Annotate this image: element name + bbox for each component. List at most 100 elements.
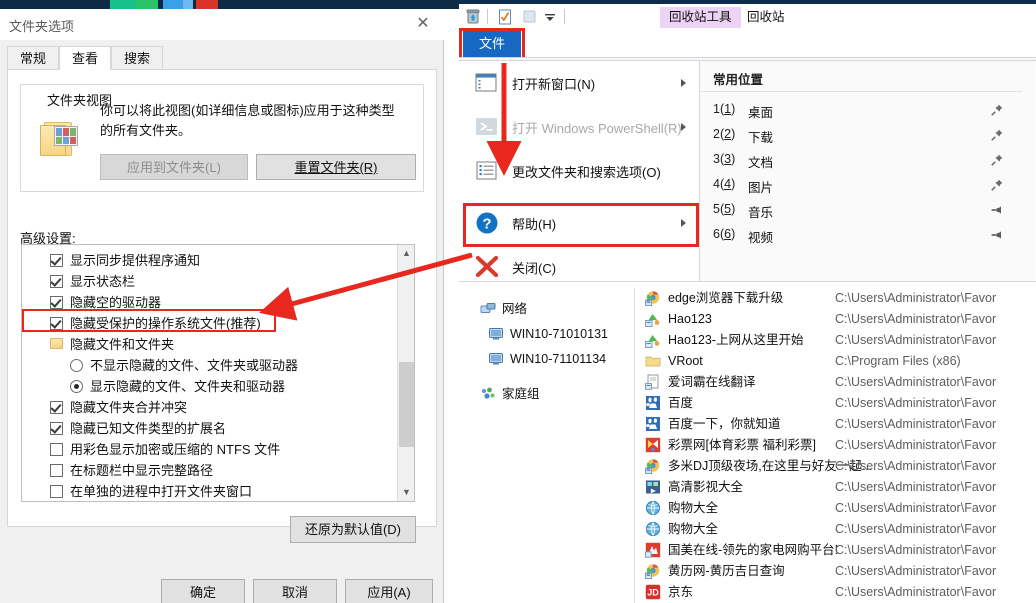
backstage-menu-item[interactable]: 打开新窗口(N): [460, 61, 700, 105]
baidu-icon: [645, 416, 661, 432]
scroll-down-icon[interactable]: ▼: [398, 484, 414, 501]
backstage-menu-item-label: 帮助(H): [512, 217, 557, 232]
frequent-place-item[interactable]: 1(1) 桌面: [700, 98, 1022, 123]
backstage-menu-list: 打开新窗口(N) 打开 Windows PowerShell(R) 更改文件夹和搜索…: [460, 61, 700, 281]
file-list-row[interactable]: 多米DJ顶级夜场,在这里与好友一起... C:\Users\Administrat…: [635, 456, 1035, 477]
checkbox-checked-icon[interactable]: [50, 296, 63, 309]
advanced-list-item-label: 隐藏空的驱动器: [70, 295, 162, 310]
close-icon[interactable]: ✕: [412, 14, 434, 34]
file-name: 京东: [668, 585, 694, 599]
checkbox-checked-icon[interactable]: [50, 275, 63, 288]
file-backstage-menu: 打开新窗口(N) 打开 Windows PowerShell(R) 更改文件夹和搜索…: [459, 60, 1036, 282]
frequent-place-label: 文档: [748, 156, 774, 170]
file-list-row[interactable]: 爱词霸在线翻译 C:\Users\Administrator\Favor: [635, 372, 1035, 393]
file-name: 国美在线-领先的家电网购平台!: [668, 543, 839, 557]
pin-icon[interactable]: [990, 103, 1004, 117]
file-path: C:\Users\Administrator\Favor: [835, 333, 997, 347]
chrome-shortcut-icon: [645, 563, 661, 579]
pin-icon[interactable]: [990, 128, 1004, 142]
checkbox-unchecked-icon[interactable]: [50, 485, 63, 498]
advanced-settings-list[interactable]: 显示同步提供程序通知 显示状态栏 隐藏空的驱动器 隐藏受保护的操作系统文件(推荐) 隐藏…: [21, 244, 415, 502]
file-list-row[interactable]: Hao123-上网从这里开始 C:\Users\Administrator\Fav…: [635, 330, 1035, 351]
pin-icon[interactable]: [990, 178, 1004, 192]
desktop-icon-3: [163, 0, 183, 9]
network-icon: [480, 301, 496, 317]
globe-icon: [645, 500, 661, 516]
pin-fixed-icon[interactable]: [990, 228, 1004, 242]
tab-file[interactable]: 文件: [463, 31, 521, 57]
dialog-titlebar: 文件夹选项 ✕: [0, 9, 444, 40]
advanced-list-scrollbar[interactable]: ▲ ▼: [397, 245, 414, 501]
desktop-icon-4: [183, 0, 193, 9]
frequent-place-item[interactable]: 5(5) 音乐: [700, 198, 1022, 223]
frequent-places-panel: 常用位置 1(1) 桌面 2(2) 下载 3(3) 文档 4(4) 图片 5(5) 音乐 6(6) 视…: [700, 61, 1035, 281]
backstage-menu-item[interactable]: 更改文件夹和搜索选项(O): [460, 149, 700, 193]
apply-button[interactable]: 应用(A): [345, 579, 433, 603]
apply-to-folders-button[interactable]: 应用到文件夹(L): [100, 154, 248, 180]
radio-selected-icon[interactable]: [70, 380, 83, 393]
thumbnail-grid-icon: [54, 126, 78, 146]
file-name: 购物大全: [668, 522, 719, 536]
baidu-icon: [645, 395, 661, 411]
frequent-place-label: 音乐: [748, 206, 774, 220]
file-name: 购物大全: [668, 501, 719, 515]
desktop-icon-2: [136, 0, 158, 9]
tab-search[interactable]: 搜索: [111, 46, 163, 70]
frequent-place-label: 图片: [748, 181, 774, 195]
file-path: C:\Users\Administrator\Favor: [835, 438, 997, 452]
backstage-menu-item-label: 打开新窗口(N): [512, 77, 596, 92]
radio-unselected-icon[interactable]: [70, 359, 83, 372]
file-list-row[interactable]: JD 京东 C:\Users\Administrator\Favor: [635, 582, 1035, 603]
checkbox-checked-icon[interactable]: [50, 401, 63, 414]
checkbox-checked-icon[interactable]: [50, 254, 63, 267]
chrome-shortcut-icon: [645, 290, 661, 306]
file-name: VRoot: [668, 354, 703, 368]
advanced-list-item-label: 不显示隐藏的文件、文件夹或驱动器: [90, 358, 299, 373]
file-list-row[interactable]: 购物大全 C:\Users\Administrator\Favor: [635, 519, 1035, 540]
advanced-list-item-label: 显示状态栏: [70, 274, 136, 289]
checkbox-checked-icon[interactable]: [50, 422, 63, 435]
reset-folders-button[interactable]: 重置文件夹(R): [256, 154, 416, 180]
scroll-up-icon[interactable]: ▲: [398, 245, 414, 262]
nav-pane-item-label: WIN10-71101134: [510, 352, 607, 366]
scrollbar-thumb[interactable]: [399, 362, 414, 447]
file-path: C:\Users\Administrator\Favor: [835, 417, 997, 431]
file-list-row[interactable]: 高清影视大全 C:\Users\Administrator\Favor: [635, 477, 1035, 498]
file-name: edge浏览器下载升级: [668, 291, 784, 305]
frequent-place-item[interactable]: 2(2) 下载: [700, 123, 1022, 148]
file-list-row[interactable]: Hao123 C:\Users\Administrator\Favor: [635, 309, 1035, 330]
tab-view[interactable]: 查看: [59, 46, 111, 70]
ok-button[interactable]: 确定: [161, 579, 245, 603]
frequent-place-item[interactable]: 3(3) 文档: [700, 148, 1022, 173]
restore-defaults-button[interactable]: 还原为默认值(D): [290, 516, 416, 543]
backstage-menu-item[interactable]: 关闭(C): [460, 245, 700, 289]
file-list-row[interactable]: 国美在线-领先的家电网购平台! C:\Users\Administrator\Fa…: [635, 540, 1035, 561]
frequent-place-accelerator: 1(1): [713, 102, 736, 116]
file-list-row[interactable]: edge浏览器下载升级 C:\Users\Administrator\Favor: [635, 288, 1035, 309]
frequent-place-item[interactable]: 4(4) 图片: [700, 173, 1022, 198]
pin-icon[interactable]: [990, 153, 1004, 167]
file-list-row[interactable]: 购物大全 C:\Users\Administrator\Favor: [635, 498, 1035, 519]
file-list-row[interactable]: VRoot C:\Program Files (x86): [635, 351, 1035, 372]
tab-general[interactable]: 常规: [7, 46, 59, 70]
folder-view-description: 你可以将此视图(如详细信息或图标)应用于这种类型的所有文件夹。: [100, 103, 395, 138]
cancel-button[interactable]: 取消: [253, 579, 337, 603]
backstage-menu-item[interactable]: ? 帮助(H): [460, 201, 700, 245]
tab-recycle-bin[interactable]: 回收站: [738, 7, 794, 28]
file-list-row[interactable]: 彩票网[体育彩票 福利彩票] C:\Users\Administrator\Fav…: [635, 435, 1035, 456]
checkbox-unchecked-icon[interactable]: [50, 443, 63, 456]
globe-icon: [645, 521, 661, 537]
checkbox-unchecked-icon[interactable]: [50, 464, 63, 477]
checkbox-checked-icon[interactable]: [50, 317, 63, 330]
jd-icon: JD: [645, 584, 661, 600]
new-window-icon: [474, 70, 500, 96]
frequent-place-item[interactable]: 6(6) 视频: [700, 223, 1022, 248]
video-icon: [645, 479, 661, 495]
file-list-row[interactable]: 百度一下，你就知道 C:\Users\Administrator\Favor: [635, 414, 1035, 435]
dialog-title: 文件夹选项: [9, 19, 75, 34]
explorer-window: 回收站工具 回收站 文件 打开新窗口(N) 打开 Windows PowerShe…: [459, 0, 1036, 603]
file-list-row[interactable]: 黄历网-黄历吉日查询 C:\Users\Administrator\Favor: [635, 561, 1035, 582]
file-list-row[interactable]: 百度 C:\Users\Administrator\Favor: [635, 393, 1035, 414]
pin-fixed-icon[interactable]: [990, 203, 1004, 217]
tab-recycle-bin-tools[interactable]: 回收站工具: [660, 7, 741, 28]
